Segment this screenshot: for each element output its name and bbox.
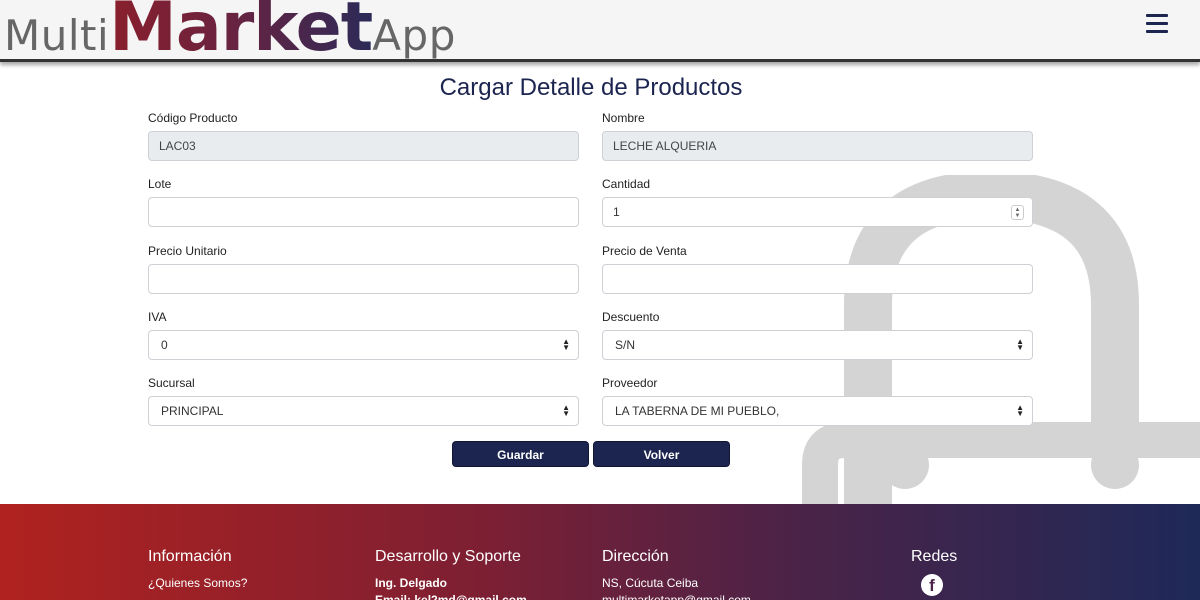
descuento-label: Descuento [602, 310, 660, 324]
back-button[interactable]: Volver [593, 441, 730, 467]
precio-unitario-field-group: Precio Unitario [148, 244, 579, 294]
nombre-field-group: Nombre LECHE ALQUERIA [602, 111, 1033, 161]
codigo-label: Código Producto [148, 111, 238, 125]
developer-email[interactable]: Email: kel2md@gmail.com [375, 592, 527, 600]
iva-label: IVA [148, 310, 167, 324]
footer-info-title: Información [148, 548, 232, 565]
lote-label: Lote [148, 177, 172, 191]
codigo-field-group: Código Producto LAC03 [148, 111, 579, 161]
top-navbar: MultiMarketApp [0, 0, 1200, 67]
cantidad-field-group: Cantidad 1 ▲ ▼ [602, 177, 1033, 227]
nombre-input[interactable]: LECHE ALQUERIA [602, 131, 1033, 161]
footer-address-column: Dirección NS, Cúcuta Ceiba multimarketap… [602, 548, 751, 600]
nombre-label: Nombre [602, 111, 645, 125]
sucursal-selected-value: PRINCIPAL [161, 404, 224, 418]
sucursal-label: Sucursal [148, 376, 195, 390]
developer-name: Ing. Delgado [375, 576, 447, 590]
lote-input[interactable] [148, 197, 579, 227]
proveedor-label: Proveedor [602, 376, 658, 390]
hamburger-menu-icon[interactable] [1146, 14, 1168, 34]
logo-app-text: App [372, 11, 456, 60]
proveedor-selected-value: LA TABERNA DE MI PUEBLO, [615, 404, 780, 418]
precio-venta-label: Precio de Venta [602, 244, 687, 258]
footer-info-column: Información ¿Quienes Somos? [148, 548, 247, 592]
footer-dev-title: Desarrollo y Soporte [375, 548, 521, 565]
footer-dev-column: Desarrollo y Soporte Ing. Delgado Email:… [375, 548, 527, 600]
cantidad-input[interactable]: 1 ▲ ▼ [602, 197, 1033, 227]
iva-selected-value: 0 [161, 338, 168, 352]
contact-email[interactable]: multimarketapp@gmail.com [602, 592, 751, 600]
facebook-icon[interactable]: f [921, 574, 943, 596]
descuento-selected-value: S/N [615, 338, 636, 352]
iva-select[interactable]: 0 ▲ ▼ [148, 330, 579, 360]
footer-address-title: Dirección [602, 548, 669, 565]
cantidad-label: Cantidad [602, 177, 651, 191]
descuento-select[interactable]: S/N ▲ ▼ [602, 330, 1033, 360]
sucursal-select[interactable]: PRINCIPAL ▲ ▼ [148, 396, 579, 426]
select-arrows-icon: ▲ ▼ [1016, 403, 1024, 418]
select-arrows-icon: ▲ ▼ [562, 337, 570, 352]
quienes-somos-link[interactable]: ¿Quienes Somos? [148, 575, 247, 592]
precio-venta-input[interactable] [602, 264, 1033, 294]
footer-social-title: Redes [911, 548, 958, 565]
logo-market-text: Market [109, 0, 373, 67]
footer-social-column: Redes f [911, 548, 957, 596]
sucursal-field-group: Sucursal PRINCIPAL ▲ ▼ [148, 376, 579, 426]
descuento-field-group: Descuento S/N ▲ ▼ [602, 310, 1033, 360]
select-arrows-icon: ▲ ▼ [562, 403, 570, 418]
footer: Información ¿Quienes Somos? Desarrollo y… [0, 504, 1200, 600]
cantidad-value: 1 [613, 205, 620, 219]
proveedor-select[interactable]: LA TABERNA DE MI PUEBLO, ▲ ▼ [602, 396, 1033, 426]
page-title: Cargar Detalle de Productos [439, 74, 743, 101]
precio-venta-field-group: Precio de Venta [602, 244, 1033, 294]
iva-field-group: IVA 0 ▲ ▼ [148, 310, 579, 360]
precio-unitario-label: Precio Unitario [148, 244, 227, 258]
save-button[interactable]: Guardar [452, 441, 589, 467]
lote-field-group: Lote [148, 177, 579, 227]
precio-unitario-input[interactable] [148, 264, 579, 294]
proveedor-field-group: Proveedor LA TABERNA DE MI PUEBLO, ▲ ▼ [602, 376, 1033, 426]
number-spinner-icon[interactable]: ▲ ▼ [1011, 205, 1024, 220]
app-logo[interactable]: MultiMarketApp [4, 0, 456, 67]
logo-multi-text: Multi [4, 11, 110, 60]
select-arrows-icon: ▲ ▼ [1016, 337, 1024, 352]
codigo-input[interactable]: LAC03 [148, 131, 579, 161]
address-line: NS, Cúcuta Ceiba [602, 576, 699, 590]
